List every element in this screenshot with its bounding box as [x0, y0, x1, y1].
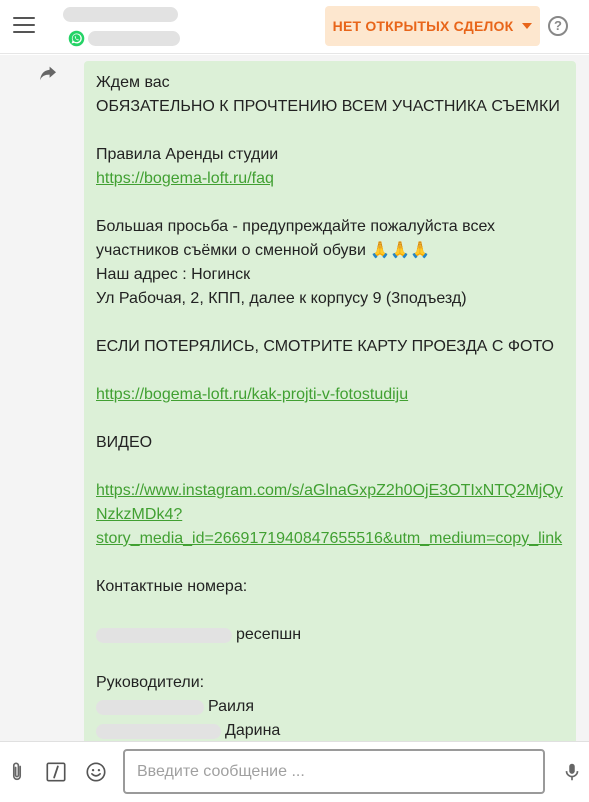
menu-icon[interactable]	[13, 17, 35, 35]
deals-label: НЕТ ОТКРЫТЫХ СДЕЛОК	[332, 18, 514, 34]
forward-icon[interactable]	[38, 65, 58, 81]
contact-name-redacted	[63, 7, 178, 22]
emoji-icon[interactable]	[85, 761, 107, 783]
route-link[interactable]: https://bogema-loft.ru/kak-projti-v-foto…	[96, 383, 564, 407]
phone-redacted	[96, 723, 221, 739]
video-label: ВИДЕО	[96, 434, 153, 451]
manager-contact: Раиля	[96, 695, 564, 719]
address-label: Наш адрес : Ногинск	[96, 266, 251, 283]
help-icon[interactable]: ?	[548, 16, 568, 36]
video-link-line[interactable]: story_media_id=2669171940847655516&utm_m…	[96, 527, 564, 551]
video-link[interactable]: https://www.instagram.com/s/aGlnaGxpZ2h0…	[96, 479, 564, 551]
open-deals-dropdown[interactable]: НЕТ ОТКРЫТЫХ СДЕЛОК	[325, 6, 540, 46]
phone-redacted	[96, 627, 232, 643]
manager-name: Раиля	[208, 698, 254, 715]
message-composer	[0, 741, 589, 802]
phone-redacted	[96, 699, 204, 715]
message-input[interactable]	[123, 749, 545, 794]
attach-icon[interactable]	[6, 761, 28, 783]
message-line: ОБЯЗАТЕЛЬНО К ПРОЧТЕНИЮ ВСЕМ УЧАСТНИКА С…	[96, 98, 560, 115]
slash-command-icon[interactable]	[45, 761, 67, 783]
faq-link[interactable]: https://bogema-loft.ru/faq	[96, 167, 564, 191]
whatsapp-icon	[68, 30, 85, 47]
managers-label: Руководители:	[96, 674, 205, 691]
reception-label: ресепшн	[236, 626, 302, 643]
contacts-label: Контактные номера:	[96, 578, 248, 595]
video-link-line[interactable]: NzkzMDk4?	[96, 503, 564, 527]
reception-contact: ресепшн	[96, 623, 564, 647]
map-text: ЕСЛИ ПОТЕРЯЛИСЬ, СМОТРИТЕ КАРТУ ПРОЕЗДА …	[96, 338, 554, 355]
message-line: Правила Аренды студии	[96, 146, 279, 163]
shoe-request-text: Большая просьба - предупреждайте пожалуй…	[96, 218, 500, 259]
chat-header: НЕТ ОТКРЫТЫХ СДЕЛОК ?	[0, 0, 589, 54]
video-link-line[interactable]: https://www.instagram.com/s/aGlnaGxpZ2h0…	[96, 479, 564, 503]
message-bubble[interactable]: Ждем вас ОБЯЗАТЕЛЬНО К ПРОЧТЕНИЮ ВСЕМ УЧ…	[84, 61, 576, 741]
chevron-down-icon	[522, 23, 533, 29]
microphone-icon[interactable]	[561, 761, 583, 783]
message-line: Ждем вас	[96, 74, 170, 91]
address-street: Ул Рабочая, 2, КПП, далее к корпусу 9 (3…	[96, 290, 467, 307]
contact-phone-redacted	[88, 31, 180, 46]
manager-contact: Дарина	[96, 719, 564, 741]
chat-area[interactable]: Ждем вас ОБЯЗАТЕЛЬНО К ПРОЧТЕНИЮ ВСЕМ УЧ…	[0, 55, 589, 741]
manager-name: Дарина	[225, 722, 281, 739]
